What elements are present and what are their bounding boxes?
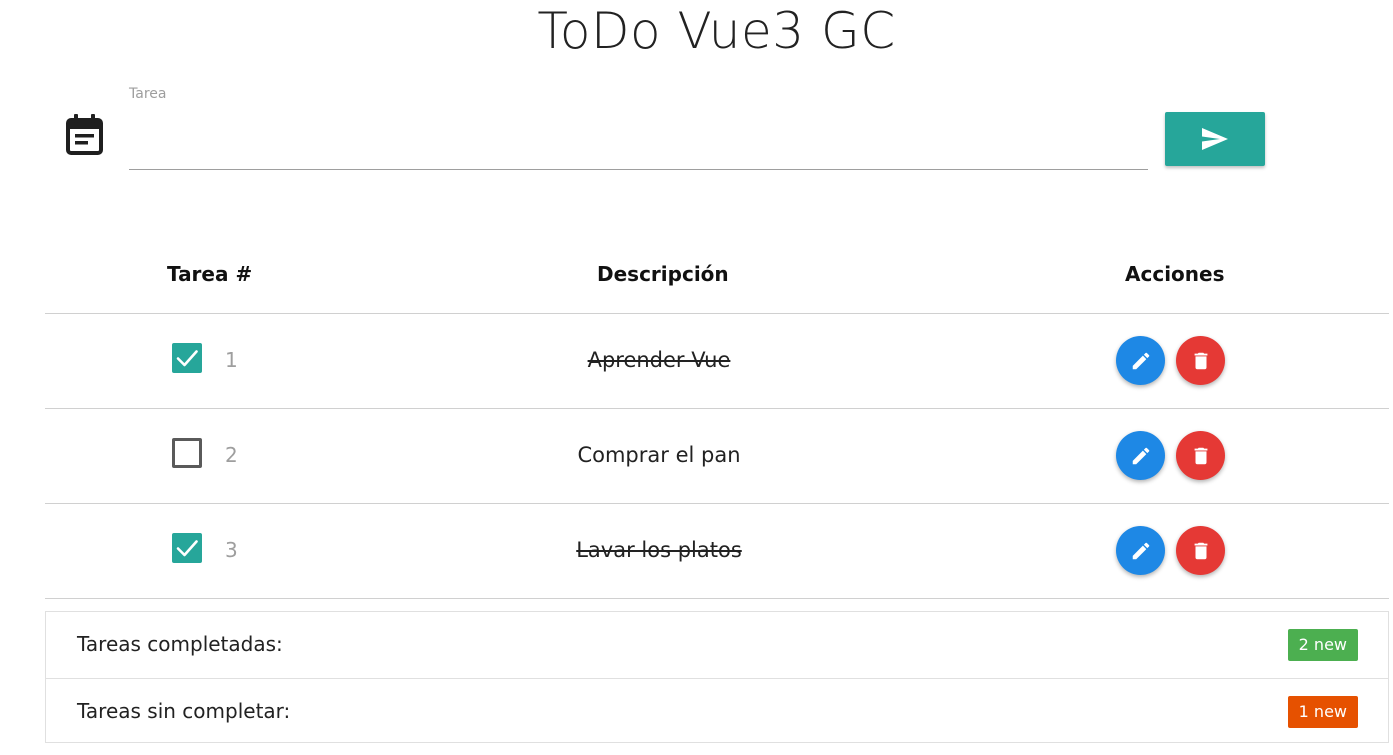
task-description: Comprar el pan — [577, 443, 741, 467]
pending-badge: 1 new — [1287, 696, 1358, 728]
edit-button[interactable] — [1116, 336, 1165, 385]
header-description: Descripción — [597, 262, 729, 286]
pencil-icon — [1132, 352, 1149, 369]
pencil-icon — [1132, 542, 1149, 559]
task-checkbox[interactable] — [172, 343, 202, 373]
trash-icon — [1194, 352, 1207, 369]
task-number: 1 — [225, 348, 238, 372]
delete-button[interactable] — [1176, 431, 1225, 480]
send-button[interactable] — [1165, 112, 1265, 166]
edit-button[interactable] — [1116, 431, 1165, 480]
task-description: Lavar los platos — [576, 538, 742, 562]
app-title: ToDo Vue3 GC — [537, 2, 896, 60]
send-icon — [1202, 128, 1228, 150]
task-description: Aprender Vue — [587, 348, 731, 372]
task-checkbox[interactable] — [172, 533, 202, 563]
completed-badge: 2 new — [1287, 629, 1358, 661]
task-number: 3 — [225, 538, 238, 562]
task-checkbox[interactable] — [172, 438, 202, 468]
header-task-number: Tarea # — [167, 262, 253, 286]
summary-list: Tareas completadas: 2 new Tareas sin com… — [45, 611, 1389, 743]
tasks-table: Tarea # Descripción Acciones 1 Aprender … — [45, 236, 1389, 599]
table-row: 2 Comprar el pan — [45, 409, 1389, 504]
edit-button[interactable] — [1116, 526, 1165, 575]
check-icon — [176, 350, 198, 367]
table-header: Tarea # Descripción Acciones — [45, 236, 1389, 314]
list-item-completed: Tareas completadas: 2 new — [46, 612, 1388, 678]
task-number: 2 — [225, 443, 238, 467]
trash-icon — [1194, 447, 1207, 464]
pencil-icon — [1132, 447, 1149, 464]
delete-button[interactable] — [1176, 336, 1225, 385]
check-icon — [176, 540, 198, 557]
trash-icon — [1194, 542, 1207, 559]
completed-label: Tareas completadas: — [77, 632, 283, 656]
event-note-icon — [66, 114, 103, 155]
pending-label: Tareas sin completar: — [77, 699, 291, 723]
todo-app: ToDo Vue3 GC Tarea Tarea # Descripción A… — [0, 0, 1393, 755]
table-row: 3 Lavar los platos — [45, 504, 1389, 599]
list-item-pending: Tareas sin completar: 1 new — [46, 678, 1388, 744]
task-input-label: Tarea — [129, 86, 167, 102]
header-actions: Acciones — [1125, 262, 1225, 286]
table-row: 1 Aprender Vue — [45, 314, 1389, 409]
delete-button[interactable] — [1176, 526, 1225, 575]
task-input[interactable] — [129, 112, 1148, 170]
